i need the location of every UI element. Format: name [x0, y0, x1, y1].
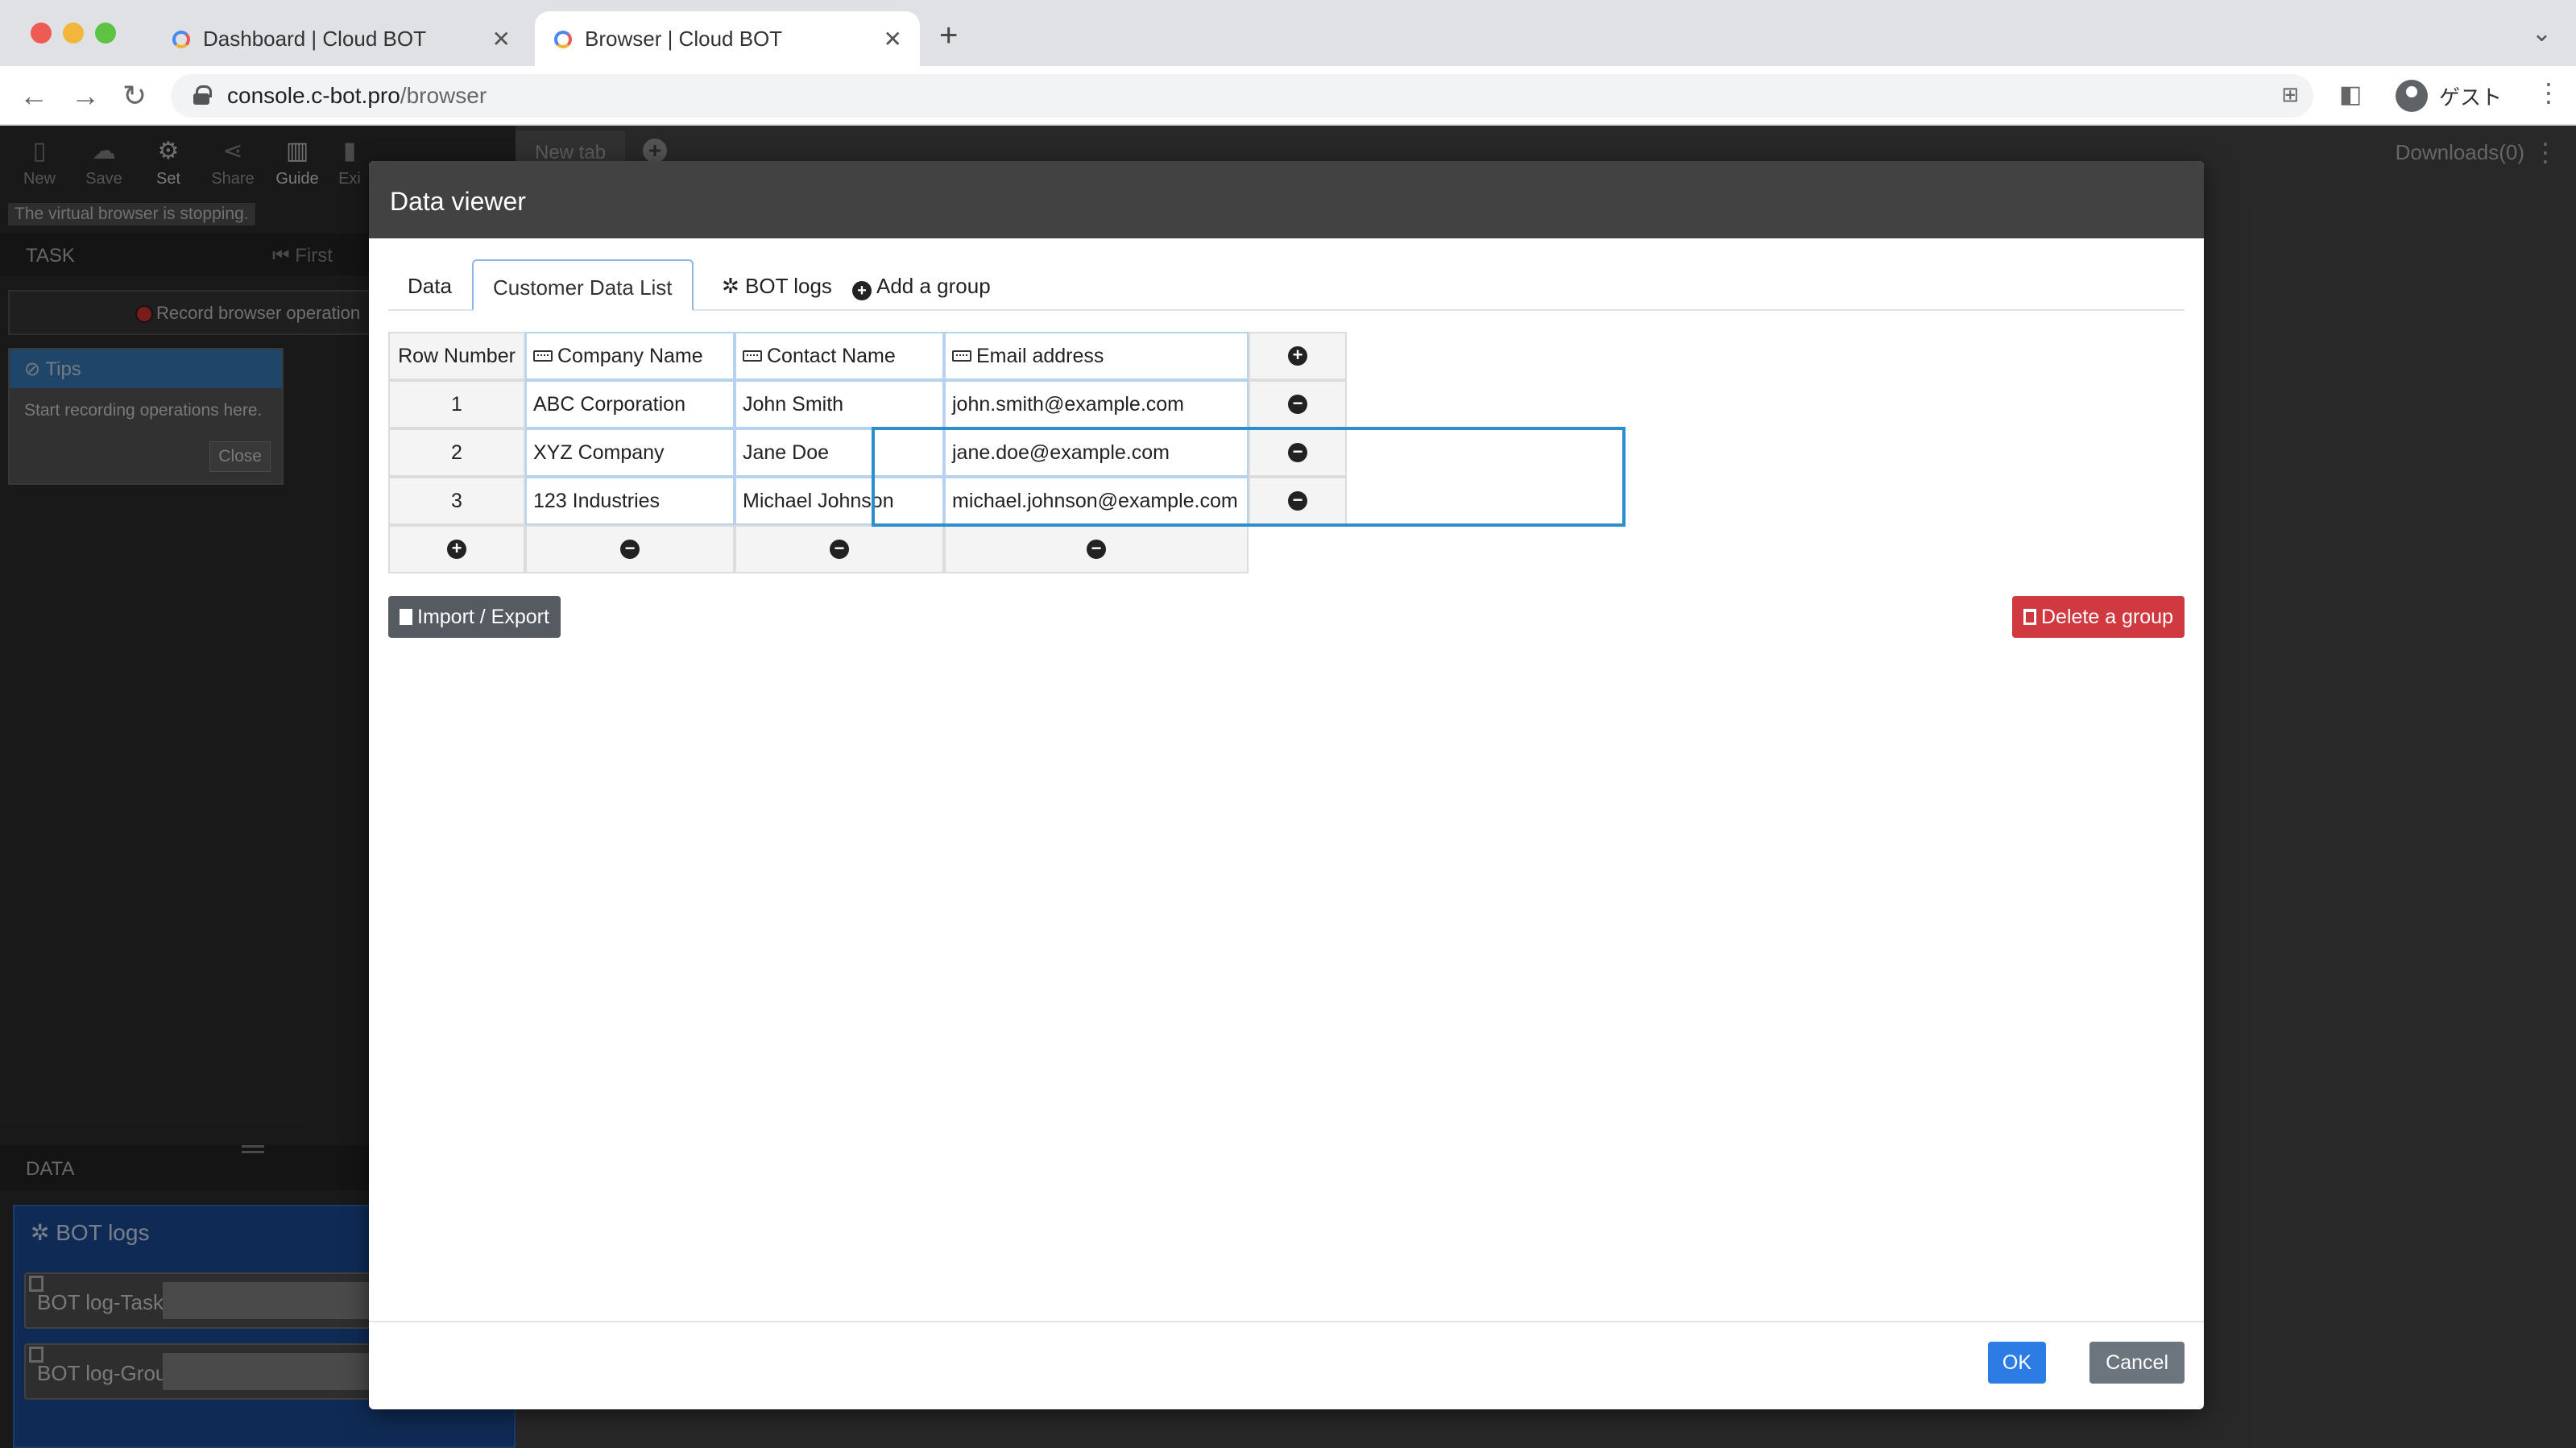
- delete-group-button[interactable]: Delete a group: [2011, 596, 2185, 638]
- trash-icon: [2023, 609, 2036, 625]
- close-window-button[interactable]: [31, 23, 52, 43]
- tab-customer-data-list[interactable]: Customer Data List: [472, 259, 694, 311]
- browser-menu-icon[interactable]: ⋮: [2536, 77, 2562, 108]
- cell-email-address[interactable]: michael.johnson@example.com: [944, 477, 1249, 525]
- cell-company-name[interactable]: 123 Industries: [525, 477, 735, 525]
- keyboard-icon: [743, 350, 762, 362]
- close-tab-icon[interactable]: ✕: [884, 26, 902, 52]
- minimize-window-button[interactable]: [63, 23, 84, 43]
- column-header-company-name[interactable]: Company Name: [525, 332, 735, 380]
- address-bar-row: ← → ↻ console.c-bot.pro/browser ⊞ ◧ ゲスト …: [0, 66, 2576, 126]
- keyboard-icon: [533, 350, 553, 362]
- translate-icon[interactable]: ⊞: [2281, 82, 2299, 107]
- row-number: 2: [388, 428, 525, 477]
- url-input[interactable]: console.c-bot.pro/browser ⊞: [171, 74, 2313, 118]
- tab-add-group[interactable]: + Add a group: [833, 259, 1010, 311]
- tab-data[interactable]: Data: [388, 259, 471, 311]
- column-header-contact-name[interactable]: Contact Name: [735, 332, 944, 380]
- cancel-button[interactable]: Cancel: [2089, 1342, 2185, 1384]
- minus-circle-icon: −: [1288, 443, 1307, 462]
- tab-search-chevron-icon[interactable]: ⌄: [2532, 19, 2552, 48]
- minus-circle-icon: −: [1087, 540, 1106, 559]
- back-arrow-icon[interactable]: ←: [19, 79, 48, 113]
- bug-icon: ✲: [722, 274, 739, 298]
- delete-column-button[interactable]: −: [525, 525, 735, 573]
- modal-footer: OK Cancel: [369, 1321, 2204, 1409]
- add-column-button[interactable]: +: [1249, 332, 1347, 380]
- tab-title: Dashboard | Cloud BOT: [203, 26, 426, 51]
- ok-button[interactable]: OK: [1987, 1342, 2046, 1384]
- browser-tab-bar: Dashboard | Cloud BOT ✕ Browser | Cloud …: [0, 0, 2576, 66]
- delete-row-button[interactable]: −: [1249, 380, 1347, 428]
- reload-icon[interactable]: ↻: [122, 79, 147, 113]
- modal-title: Data viewer: [369, 161, 2204, 238]
- tab-title: Browser | Cloud BOT: [585, 26, 783, 51]
- row-number-header: Row Number: [388, 332, 525, 380]
- browser-tab-browser[interactable]: Browser | Cloud BOT ✕: [535, 11, 920, 66]
- cell-contact-name[interactable]: Michael Johnson: [735, 477, 944, 525]
- cloud-bot-favicon-icon: [554, 31, 572, 48]
- zoom-window-button[interactable]: [95, 23, 116, 43]
- row-number: 3: [388, 477, 525, 525]
- plus-circle-icon: +: [1288, 346, 1307, 366]
- lock-icon: [193, 85, 212, 105]
- url-path: /browser: [400, 83, 487, 108]
- keyboard-icon: [952, 350, 971, 362]
- plus-circle-icon: +: [447, 540, 466, 559]
- cell-contact-name[interactable]: Jane Doe: [735, 428, 944, 477]
- cell-contact-name[interactable]: John Smith: [735, 380, 944, 428]
- cell-email-address[interactable]: john.smith@example.com: [944, 380, 1249, 428]
- import-export-button[interactable]: Import / Export: [388, 596, 561, 638]
- delete-row-button[interactable]: −: [1249, 428, 1347, 477]
- tab-bot-logs[interactable]: ✲ BOT logs: [702, 259, 851, 311]
- cell-company-name[interactable]: XYZ Company: [525, 428, 735, 477]
- side-panel-icon[interactable]: ◧: [2339, 81, 2362, 109]
- modal-tabs: Data Customer Data List ✲ BOT logs + Add …: [388, 259, 2185, 311]
- close-tab-icon[interactable]: ✕: [492, 26, 511, 52]
- data-viewer-modal: Data viewer Data Customer Data List ✲ BO…: [369, 161, 2204, 1409]
- browser-tab-dashboard[interactable]: Dashboard | Cloud BOT ✕: [153, 11, 528, 66]
- minus-circle-icon: −: [1288, 491, 1307, 511]
- delete-column-button[interactable]: −: [735, 525, 944, 573]
- plus-circle-icon: +: [852, 281, 872, 300]
- column-header-email-address[interactable]: Email address: [944, 332, 1249, 380]
- profile-label: ゲスト: [2439, 85, 2503, 110]
- file-icon: [400, 609, 412, 625]
- cloud-bot-favicon-icon: [172, 31, 190, 48]
- avatar-icon: [2396, 80, 2428, 112]
- row-number: 1: [388, 380, 525, 428]
- new-tab-plus-icon[interactable]: +: [939, 18, 958, 54]
- minus-circle-icon: −: [1288, 395, 1307, 414]
- forward-arrow-icon[interactable]: →: [71, 79, 100, 113]
- delete-row-button[interactable]: −: [1249, 477, 1347, 525]
- delete-column-button[interactable]: −: [944, 525, 1249, 573]
- add-row-button[interactable]: +: [388, 525, 525, 573]
- minus-circle-icon: −: [830, 540, 849, 559]
- minus-circle-icon: −: [620, 540, 640, 559]
- profile-button[interactable]: ゲスト: [2386, 74, 2510, 118]
- url-host: console.c-bot.pro: [227, 83, 400, 108]
- cell-company-name[interactable]: ABC Corporation: [525, 380, 735, 428]
- cell-email-address[interactable]: jane.doe@example.com: [944, 428, 1249, 477]
